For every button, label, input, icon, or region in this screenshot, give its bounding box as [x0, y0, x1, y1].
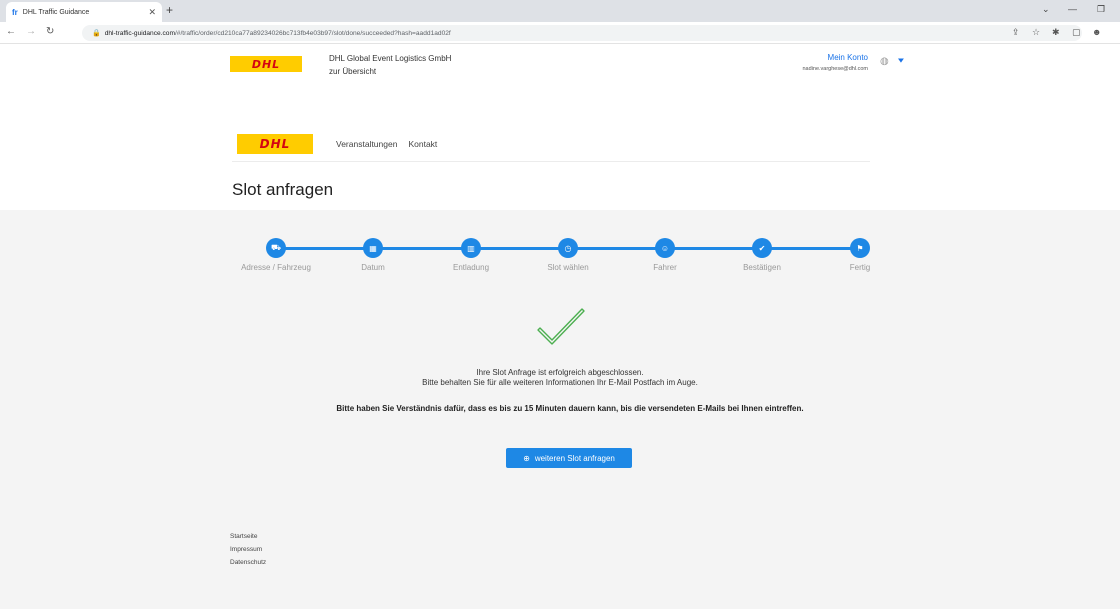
url-path: /#/traffic/order/cd210ca77a89234026bc713… [174, 29, 451, 37]
url-host: dhl-traffic-guidance.com [104, 29, 175, 37]
sidebar-icon[interactable]: ▢ [1072, 27, 1081, 38]
reload-icon[interactable]: ↻ [46, 26, 54, 37]
my-account-link[interactable]: Mein Konto [760, 52, 868, 64]
account-email: nadine.varghese@dhl.com [802, 66, 868, 72]
main-nav: Veranstaltungen Kontakt [336, 139, 437, 149]
flag-icon: ⚑ [850, 238, 870, 258]
bookmark-star-icon[interactable]: ☆ [1032, 27, 1040, 38]
confirm-icon: ✔ [752, 238, 772, 258]
footer-link-impressum[interactable]: Impressum [230, 543, 266, 556]
footer-link-datenschutz[interactable]: Datenschutz [230, 556, 266, 569]
email-delay-note: Bitte haben Sie Verständnis dafür, dass … [336, 404, 804, 413]
footer-links: Startseite Impressum Datenschutz [230, 530, 266, 569]
chevron-down-icon[interactable]: ▼ [896, 57, 906, 65]
step-label: Fertig [849, 263, 871, 272]
profile-icon[interactable]: ☻ [1092, 27, 1101, 37]
company-block: DHL Global Event Logistics GmbH zur Über… [329, 52, 451, 78]
success-line-1: Ihre Slot Anfrage ist erfolgreich abgesc… [476, 368, 644, 377]
success-line-2: Bitte behalten Sie für alle weiteren Inf… [422, 378, 698, 387]
address-bar: ← → ↻ 🔒 dhl-traffic-guidance.com/#/traff… [0, 22, 1120, 44]
nav-divider [232, 161, 870, 162]
driver-icon: ☺ [655, 238, 675, 258]
back-icon[interactable]: ← [6, 26, 16, 37]
minimize-icon[interactable]: — [1068, 4, 1077, 14]
footer-link-startseite[interactable]: Startseite [230, 530, 266, 543]
cta-label: weiteren Slot anfragen [534, 453, 615, 463]
step-fertig[interactable]: ⚑ Fertig [800, 238, 920, 272]
browser-tab[interactable]: fr DHL Traffic Guidance ✕ [6, 2, 162, 22]
restore-icon[interactable]: ❐ [1097, 4, 1105, 15]
browser-tab-bar: fr DHL Traffic Guidance ✕ + ⌄ — ❐ [0, 0, 1120, 22]
lock-icon: 🔒 [92, 30, 101, 37]
globe-icon[interactable]: ◍ [880, 56, 889, 67]
extensions-icon[interactable]: ✱ [1052, 27, 1060, 38]
page-title: Slot anfragen [232, 180, 334, 199]
clock-icon: ◷ [558, 238, 578, 258]
company-name: DHL Global Event Logistics GmbH [329, 54, 452, 63]
calendar-icon: ▦ [363, 238, 383, 258]
nav-item-veranstaltungen[interactable]: Veranstaltungen [336, 139, 397, 149]
request-another-slot-button[interactable]: ⊕ weiteren Slot anfragen [506, 448, 632, 468]
tab-title: DHL Traffic Guidance [22, 8, 90, 16]
url-field[interactable]: 🔒 dhl-traffic-guidance.com/#/traffic/ord… [82, 25, 1082, 41]
share-icon[interactable]: ⇪ [1012, 27, 1020, 38]
dhl-logo[interactable]: DHL [230, 56, 302, 72]
account-block[interactable]: Mein Konto nadine.varghese@dhl.com [760, 52, 868, 72]
success-message: Ihre Slot Anfrage ist erfolgreich abgesc… [0, 368, 1120, 388]
favicon-icon: fr [12, 7, 18, 17]
close-icon[interactable]: ✕ [148, 7, 156, 18]
unloading-icon: ▥ [461, 238, 481, 258]
overview-link[interactable]: zur Übersicht [329, 65, 451, 78]
location-pin-icon: ⊕ [523, 453, 530, 463]
new-tab-icon[interactable]: + [166, 3, 173, 17]
dhl-logo-nav[interactable]: DHL [237, 134, 313, 154]
forward-icon[interactable]: → [26, 26, 36, 37]
success-checkmark-icon [537, 308, 585, 345]
nav-item-kontakt[interactable]: Kontakt [408, 139, 437, 149]
truck-icon: ⛟ [266, 238, 286, 258]
tab-search-icon[interactable]: ⌄ [1042, 4, 1050, 15]
